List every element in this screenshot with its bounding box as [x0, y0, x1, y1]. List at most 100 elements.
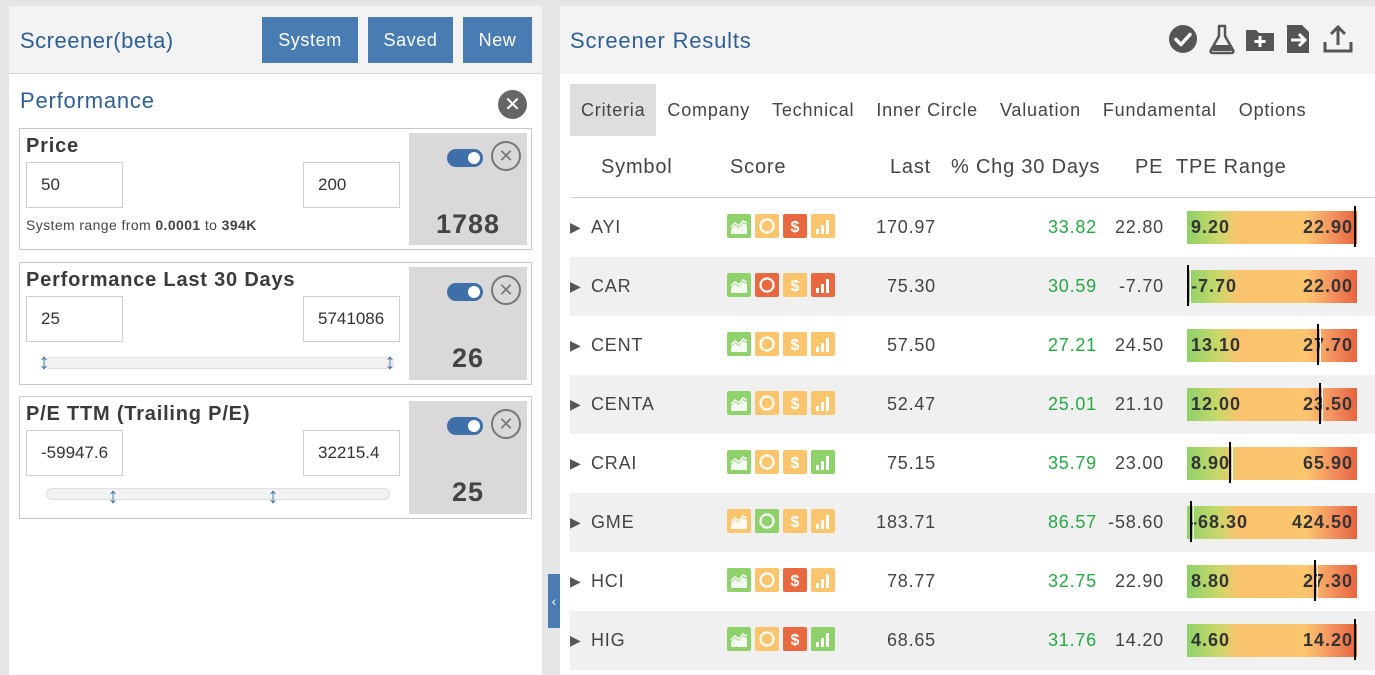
- symbol-cell[interactable]: CRAI: [591, 453, 637, 474]
- column-header-symbol[interactable]: Symbol: [601, 156, 673, 179]
- column-header-last[interactable]: Last: [890, 156, 931, 179]
- symbol-cell[interactable]: CENT: [591, 335, 643, 356]
- svg-text:$: $: [791, 278, 800, 294]
- bar-chart-icon: [811, 450, 835, 474]
- last-cell: 68.65: [886, 630, 936, 650]
- bar-chart-icon: [811, 273, 835, 297]
- dollar-icon: $: [783, 627, 807, 651]
- filter-toggle[interactable]: [447, 149, 483, 167]
- performance-title: Performance: [20, 88, 155, 113]
- filter-toggle[interactable]: [447, 283, 483, 301]
- expand-row-icon[interactable]: ▶: [570, 514, 581, 531]
- max-input[interactable]: 200: [303, 162, 400, 208]
- slider-min-handle[interactable]: ↕: [37, 349, 51, 375]
- expand-row-icon[interactable]: ▶: [570, 219, 581, 236]
- bar-chart-icon: [811, 332, 835, 356]
- remove-filter-icon[interactable]: ✕: [491, 409, 521, 439]
- table-row[interactable]: ▶ GME $183.71 86.57 -58.60 -68.30 424.50: [570, 493, 1375, 552]
- filter-count: 25: [451, 477, 485, 507]
- tab-options[interactable]: Options: [1228, 84, 1318, 136]
- tpe-range-marker: [1317, 324, 1321, 365]
- results-header: Screener Results: [560, 6, 1375, 74]
- chg-30-days-cell: 35.79: [1047, 453, 1097, 473]
- check-circle-icon[interactable]: [1167, 23, 1199, 55]
- filter-toggle[interactable]: [447, 417, 483, 435]
- symbol-cell[interactable]: AYI: [591, 217, 621, 238]
- performance-section-header: Performance: [9, 74, 542, 128]
- column-header-tpe-range[interactable]: TPE Range: [1176, 156, 1287, 179]
- min-input[interactable]: 50: [26, 162, 123, 208]
- bar-chart-icon: [811, 214, 835, 238]
- score-icons: $: [727, 332, 835, 356]
- symbol-cell[interactable]: GME: [591, 512, 634, 533]
- last-cell: 78.77: [886, 571, 936, 591]
- expand-row-icon[interactable]: ▶: [570, 632, 581, 649]
- chg-30-days-cell: 27.21: [1047, 335, 1097, 355]
- tab-fundamental[interactable]: Fundamental: [1092, 84, 1228, 136]
- tab-criteria[interactable]: Criteria: [570, 84, 657, 136]
- range-slider-track[interactable]: [46, 488, 390, 500]
- column-header-chg-30-days[interactable]: % Chg 30 Days: [951, 156, 1100, 179]
- slider-max-handle[interactable]: ↕: [383, 349, 397, 375]
- column-header-score[interactable]: Score: [730, 156, 786, 179]
- range-slider-track[interactable]: [44, 357, 394, 369]
- table-row[interactable]: ▶ HIG $68.65 31.76 14.20 4.60 14.20: [570, 611, 1375, 670]
- expand-row-icon[interactable]: ▶: [570, 455, 581, 472]
- bar-chart-icon: [811, 509, 835, 533]
- tpe-range-low: -7.70: [1191, 276, 1238, 296]
- table-row[interactable]: ▶ CENTA $52.47 25.01 21.10 12.00 23.50: [570, 375, 1375, 434]
- svg-text:$: $: [791, 337, 800, 353]
- expand-row-icon[interactable]: ▶: [570, 396, 581, 413]
- flask-icon[interactable]: [1206, 23, 1238, 55]
- results-tabs: Criteria Company Technical Inner Circle …: [570, 84, 1317, 136]
- max-input[interactable]: 5741086: [303, 296, 400, 342]
- column-header-pe[interactable]: PE: [1135, 156, 1163, 179]
- score-icons: $: [727, 568, 835, 592]
- tab-technical[interactable]: Technical: [761, 84, 865, 136]
- tpe-range-high: 22.00: [1302, 276, 1353, 296]
- trend-chart-icon: [727, 627, 751, 651]
- pe-cell: 22.80: [1114, 217, 1164, 237]
- min-input[interactable]: -59947.6: [26, 430, 123, 476]
- table-row[interactable]: ▶ CENT $57.50 27.21 24.50 13.10 27.70: [570, 316, 1375, 375]
- symbol-cell[interactable]: CAR: [591, 276, 631, 297]
- new-button[interactable]: New: [463, 17, 532, 63]
- table-row[interactable]: ▶ CRAI $75.15 35.79 23.00 8.90 65.90: [570, 434, 1375, 493]
- table-row[interactable]: ▶ HCI $78.77 32.75 22.90 8.80 27.30: [570, 552, 1375, 611]
- tab-inner-circle[interactable]: Inner Circle: [865, 84, 989, 136]
- close-section-icon[interactable]: ✕: [498, 90, 527, 119]
- min-input[interactable]: 25: [26, 296, 123, 342]
- symbol-cell[interactable]: HCI: [591, 571, 624, 592]
- table-row[interactable]: ▶ CAR $75.30 30.59 -7.70 -7.70 22.00: [570, 257, 1375, 316]
- expand-row-icon[interactable]: ▶: [570, 573, 581, 590]
- bar-chart-icon: [811, 391, 835, 415]
- saved-button[interactable]: Saved: [368, 17, 453, 63]
- add-folder-icon[interactable]: [1244, 23, 1276, 55]
- remove-filter-icon[interactable]: ✕: [491, 141, 521, 171]
- remove-filter-icon[interactable]: ✕: [491, 275, 521, 305]
- dollar-icon: $: [783, 273, 807, 297]
- pe-cell: 21.10: [1114, 394, 1164, 414]
- filter-title: P/E TTM (Trailing P/E): [26, 403, 251, 425]
- chg-30-days-cell: 32.75: [1047, 571, 1097, 591]
- filter-count-box: ✕ 25: [409, 401, 527, 514]
- collapse-panel-button[interactable]: ‹: [548, 574, 560, 628]
- table-row[interactable]: ▶ AYI $170.97 33.82 22.80 9.20 22.90: [570, 198, 1375, 257]
- system-button[interactable]: System: [262, 17, 358, 63]
- last-cell: 183.71: [876, 512, 936, 532]
- export-file-icon[interactable]: [1282, 23, 1314, 55]
- tab-company[interactable]: Company: [656, 84, 761, 136]
- tab-valuation[interactable]: Valuation: [989, 84, 1092, 136]
- max-input[interactable]: 32215.4: [303, 430, 400, 476]
- slider-min-handle[interactable]: ↕: [106, 483, 120, 509]
- tpe-range-high: 424.50: [1291, 512, 1353, 532]
- upload-icon[interactable]: [1322, 23, 1354, 55]
- symbol-cell[interactable]: HIG: [591, 630, 625, 651]
- slider-max-handle[interactable]: ↕: [266, 483, 280, 509]
- circle-icon: [755, 509, 779, 533]
- trend-chart-icon: [727, 568, 751, 592]
- symbol-cell[interactable]: CENTA: [591, 394, 655, 415]
- expand-row-icon[interactable]: ▶: [570, 337, 581, 354]
- expand-row-icon[interactable]: ▶: [570, 278, 581, 295]
- dollar-icon: $: [783, 450, 807, 474]
